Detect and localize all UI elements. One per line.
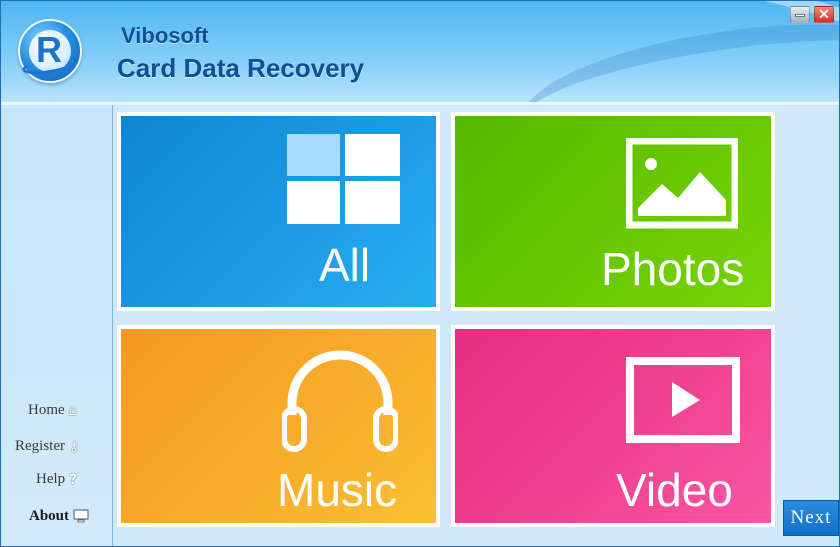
home-icon: ⌂ (68, 402, 78, 419)
question-icon: ? (69, 471, 78, 488)
tile-video-label: Video (616, 464, 733, 516)
sidebar-item-home[interactable]: Home ⌂ (28, 402, 78, 419)
image-icon (626, 138, 738, 229)
sidebar-item-label: Home (28, 402, 65, 418)
tile-music-label: Music (277, 464, 398, 516)
headphones-icon (282, 350, 398, 452)
monitor-icon (73, 507, 89, 525)
sidebar-item-label: About (29, 507, 70, 524)
sidebar: Home ⌂ Register ⚷ Help ? About (1, 105, 113, 546)
brand-name: Vibosoft (121, 23, 209, 48)
sidebar-item-register[interactable]: Register ⚷ (15, 438, 79, 455)
app-logo: R (18, 19, 82, 83)
windows-icon (287, 134, 400, 224)
key-icon: ⚷ (69, 438, 80, 455)
close-icon: ✕ (818, 6, 830, 22)
minimize-icon (795, 14, 805, 17)
tile-all[interactable]: All (117, 112, 440, 311)
right-panel (781, 105, 839, 546)
app-title: Card Data Recovery (117, 53, 365, 83)
next-button[interactable]: Next (783, 500, 839, 536)
header-banner: R Vibosoft Card Data Recovery ✕ (1, 1, 839, 105)
tile-all-label: All (319, 239, 371, 291)
app-window: R Vibosoft Card Data Recovery ✕ Home ⌂ R… (0, 0, 840, 547)
close-button[interactable]: ✕ (814, 6, 834, 23)
sidebar-item-label: Help (36, 471, 66, 487)
tile-video[interactable]: Video (451, 325, 775, 527)
video-play-icon (626, 357, 740, 443)
tile-photos-label: Photos (601, 243, 745, 295)
minimize-button[interactable] (790, 6, 810, 23)
tile-photos[interactable]: Photos (451, 112, 775, 311)
tile-music[interactable]: Music (117, 325, 440, 527)
sidebar-item-about[interactable]: About (29, 507, 89, 525)
sidebar-item-label: Register (15, 438, 65, 454)
sidebar-item-help[interactable]: Help ? (36, 471, 77, 488)
